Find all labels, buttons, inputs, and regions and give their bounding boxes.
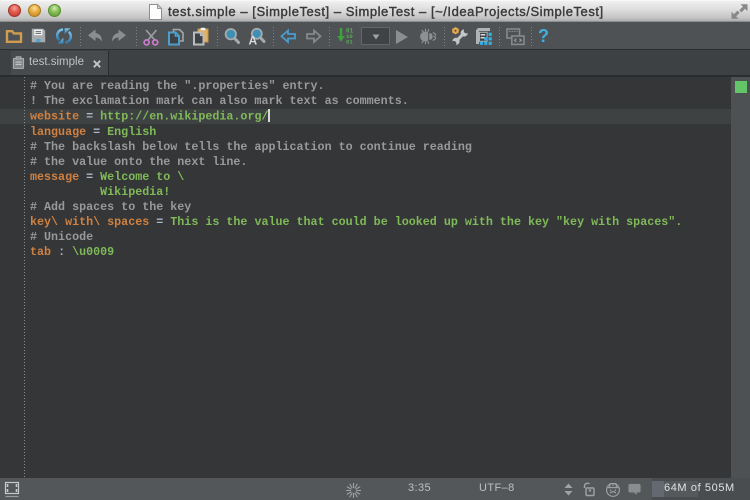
svg-text:01: 01 (346, 39, 353, 46)
svg-text:A: A (249, 34, 258, 48)
